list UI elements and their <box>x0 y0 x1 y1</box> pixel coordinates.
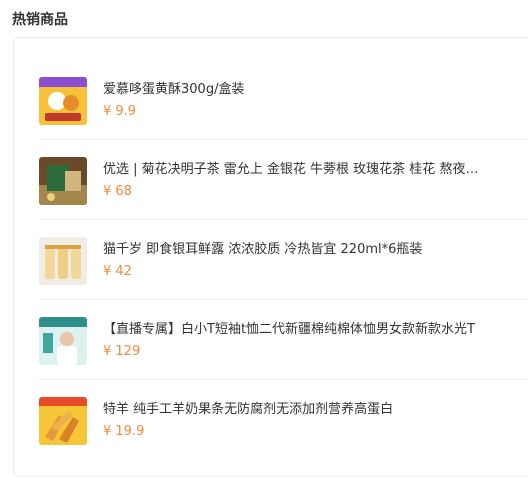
product-name[interactable]: 特羊 纯手工羊奶果条无防腐剂无添加剂营养高蛋白 <box>103 398 523 417</box>
product-item[interactable]: 特羊 纯手工羊奶果条无防腐剂无添加剂营养高蛋白 ¥ 19.9 <box>39 380 528 460</box>
product-price: ¥ 19.9 <box>103 424 145 439</box>
product-price: ¥ 42 <box>103 264 132 279</box>
product-price: ¥ 9.9 <box>103 104 137 119</box>
section-title: 热销商品 <box>12 12 68 28</box>
hot-products-card: 爱慕哆蛋黄酥300g/盒装 ¥ 9.9 优选 | 菊花决明子茶 雷允上 金银花 … <box>13 37 528 477</box>
product-image[interactable] <box>39 237 87 285</box>
product-item[interactable]: 优选 | 菊花决明子茶 雷允上 金银花 牛蒡根 玫瑰花茶 桂花 熬夜… ¥ 68 <box>39 140 528 220</box>
product-price: ¥ 129 <box>103 344 141 359</box>
product-image[interactable] <box>39 157 87 205</box>
product-price: ¥ 68 <box>103 184 132 199</box>
product-name[interactable]: 优选 | 菊花决明子茶 雷允上 金银花 牛蒡根 玫瑰花茶 桂花 熬夜… <box>103 158 523 177</box>
product-name[interactable]: 猫千岁 即食银耳鲜露 浓浓胶质 冷热皆宜 220ml*6瓶装 <box>103 238 523 257</box>
product-image[interactable] <box>39 397 87 445</box>
product-item[interactable]: 【直播专属】白小T短袖t恤二代新疆棉纯棉体恤男女款新款水光T ¥ 129 <box>39 300 528 380</box>
product-name[interactable]: 【直播专属】白小T短袖t恤二代新疆棉纯棉体恤男女款新款水光T <box>103 318 523 337</box>
product-item[interactable]: 猫千岁 即食银耳鲜露 浓浓胶质 冷热皆宜 220ml*6瓶装 ¥ 42 <box>39 220 528 300</box>
product-name[interactable]: 爱慕哆蛋黄酥300g/盒装 <box>103 78 523 97</box>
product-image[interactable] <box>39 317 87 365</box>
product-item[interactable]: 爱慕哆蛋黄酥300g/盒装 ¥ 9.9 <box>39 60 528 140</box>
product-image[interactable] <box>39 77 87 125</box>
